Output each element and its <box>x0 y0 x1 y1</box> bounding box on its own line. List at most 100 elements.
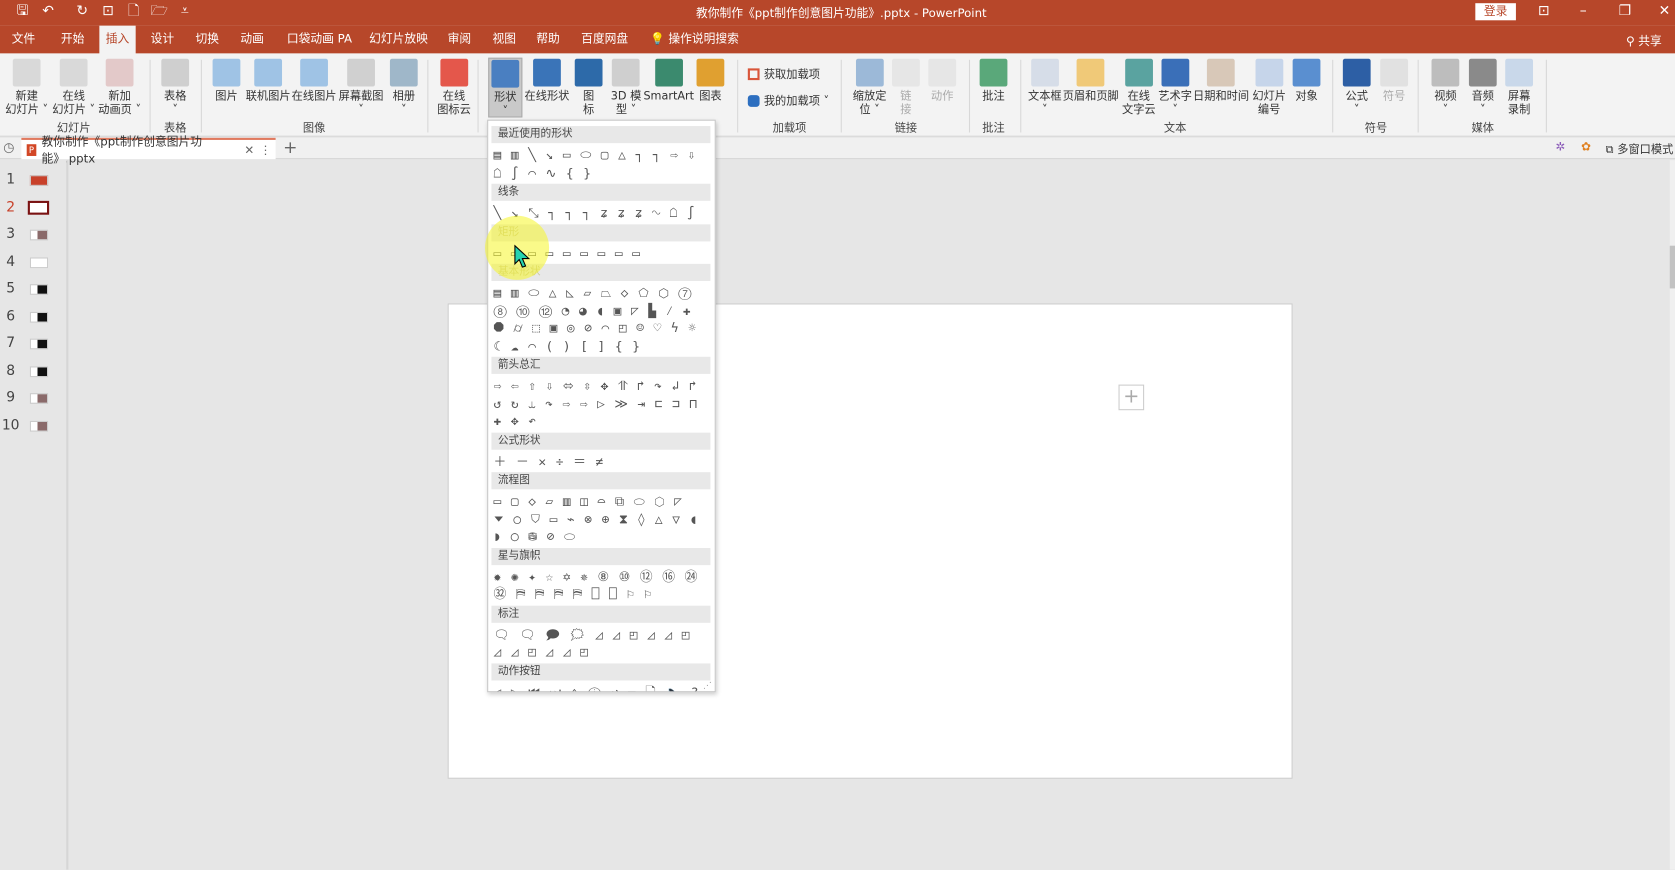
close-tab-icon[interactable]: ✕ <box>244 143 254 157</box>
tab-6[interactable]: 口袋动画 PA <box>280 26 358 54</box>
ribbon-label-13: 3D 模 型 ˅ <box>610 89 642 117</box>
ribbon-icon-16 <box>855 58 884 87</box>
login-button[interactable]: 登录 <box>1475 3 1516 21</box>
slide-thumbnail[interactable] <box>29 366 49 378</box>
ribbon-label-27: 公式 ˅ <box>1345 89 1368 117</box>
ribbon-icon-6 <box>300 58 328 87</box>
more-icon[interactable]: ⋮ <box>260 143 276 157</box>
shapes-dropdown: 最近使用的形状 ▤▥╲↘▭⬭▢△┐┐⇨⇩☖∫⌒∿{} 线条 ╲↘⤡┐┐┐ʑʑʑ∿☖∫ 矩… <box>487 119 716 693</box>
ribbon-button-10[interactable]: 形状 ˅ <box>488 57 523 118</box>
ribbon-button-19[interactable]: 批注 <box>977 58 1009 105</box>
ribbon-insert: 新建 幻灯片 ˅ 在线 幻灯片 ˅ 新加 动画页 ˅ 表格 ˅ 图片 联机图片 在线图片 屏幕… <box>0 53 1675 137</box>
slide-thumbnail[interactable] <box>29 311 49 323</box>
my-addins-button[interactable]: 我的加载项 ˅ <box>747 93 829 109</box>
ribbon-button-29[interactable]: 视频 ˅ <box>1429 58 1461 119</box>
ribbon-button-26[interactable]: 对象 <box>1291 58 1323 105</box>
slide-thumbnail[interactable] <box>29 420 49 432</box>
ribbon-button-25[interactable]: 幻灯片 编号 <box>1250 58 1288 119</box>
group-label-7: 符号 <box>1364 121 1388 135</box>
shape-grid[interactable]: 🗨🗨🗩🗯◿◿◰◿◿◰◿◿◰◿◿◰ <box>491 625 710 660</box>
tab-5[interactable]: 动画 <box>234 26 270 54</box>
ribbon-label-8: 相册 ˅ <box>392 89 416 117</box>
shape-grid[interactable]: ◁▷⏮⏭⌂ⓘ↩▭🗋🔈?□ <box>491 683 710 691</box>
ribbon-button-3[interactable]: 表格 ˅ <box>159 58 191 119</box>
ribbon-icon-24 <box>1207 58 1235 87</box>
ribbon-button-7[interactable]: 屏幕截图 ˅ <box>337 58 386 119</box>
ribbon-button-31[interactable]: 屏幕 录制 <box>1503 58 1535 119</box>
tab-1[interactable]: 开始 <box>54 26 90 54</box>
settings-icon[interactable]: ✿ <box>1581 140 1591 154</box>
ribbon-button-9[interactable]: 在线 图标云 <box>435 58 473 119</box>
slide-thumbnail[interactable] <box>29 229 49 241</box>
ribbon-button-28[interactable]: 符号 <box>1378 58 1410 105</box>
ribbon-button-14[interactable]: SmartArt <box>641 58 696 105</box>
ribbon-button-27[interactable]: 公式 ˅ <box>1341 58 1373 119</box>
ribbon-button-4[interactable]: 图片 <box>210 58 242 105</box>
multiwindow-button[interactable]: ⧉ 多窗口模式 <box>1606 141 1674 157</box>
ribbon-button-21[interactable]: 页眉和页脚 <box>1061 58 1121 105</box>
ribbon-button-24[interactable]: 日期和时间 <box>1191 58 1251 105</box>
tab-0[interactable]: 文件 <box>5 26 41 54</box>
tab-8[interactable]: 审阅 <box>441 26 477 54</box>
history-icon[interactable]: ◷ <box>3 140 14 155</box>
slide-thumbnail[interactable] <box>29 393 49 404</box>
slide-number: 5 <box>6 280 16 297</box>
ribbon-button-5[interactable]: 联机图片 <box>244 58 293 105</box>
shape-grid[interactable]: ▤▥╲↘▭⬭▢△┐┐⇨⇩☖∫⌒∿{} <box>491 146 710 181</box>
ribbon-button-2[interactable]: 新加 动画页 ˅ <box>96 58 143 119</box>
ribbon-button-17[interactable]: 链 接 <box>890 58 922 119</box>
ribbon-button-11[interactable]: 在线形状 <box>522 58 571 105</box>
ribbon-button-18[interactable]: 动作 <box>926 58 958 105</box>
share-button[interactable]: ⚲ 共享 <box>1626 32 1662 49</box>
ribbon-button-12[interactable]: 图 标 <box>573 58 605 119</box>
plugin-icon[interactable]: ✲ <box>1555 140 1565 154</box>
ribbon-button-15[interactable]: 图表 <box>694 58 726 105</box>
ribbon-label-21: 页眉和页脚 <box>1062 89 1119 103</box>
ribbon-button-20[interactable]: 文本框 ˅ <box>1026 58 1064 119</box>
slide-thumbnail[interactable] <box>29 175 49 186</box>
ribbon-button-0[interactable]: 新建 幻灯片 ˅ <box>3 58 50 119</box>
ribbon-button-6[interactable]: 在线图片 <box>290 58 339 105</box>
ribbon-button-23[interactable]: 艺术字 ˅ <box>1156 58 1194 119</box>
tab-11[interactable]: 百度网盘 <box>575 26 635 54</box>
shape-grid[interactable]: ✹✺✦☆✡✵⑧⑩⑫⑯㉔㉜⛿⛿⛿⛿⎕⎕⚐⚐ <box>491 568 710 603</box>
get-addins-button[interactable]: 获取加载项 <box>747 66 820 82</box>
ribbon-button-22[interactable]: 在线 文字云 <box>1120 58 1158 119</box>
slide-thumbnail[interactable] <box>29 338 49 350</box>
tab-4[interactable]: 切换 <box>189 26 225 54</box>
shape-grid[interactable]: ▤▥⬭△◺▱⏢◇⬠⬡⑦⑧⑩⑫◔◕◖▣◸▙⁄✚⯃⌭⬚▣◎⊘⌒◰☺♡ϟ☼☾☁⌒()[… <box>491 284 710 355</box>
ribbon-label-18: 动作 <box>931 89 954 103</box>
shape-grid[interactable]: ⇨⇦⇧⇩⬄⇳✥⥣↱↷↲↱↺↻⥿↷⇨⇨▷≫⇥⊏⊐⊓✚✥↶ <box>491 377 710 430</box>
shape-grid[interactable]: ▭▢◇▱▥◫⌓⧉⬭⬡◸⏷○⛉▭⌁⊗⊕⧗◊△▽◖◗◯⛁⊘⬭ <box>491 492 710 545</box>
ribbon-button-8[interactable]: 相册 ˅ <box>388 58 420 119</box>
close-icon[interactable]: ✕ <box>1656 3 1673 20</box>
tab-10[interactable]: 帮助 <box>530 26 566 54</box>
ribbon-button-30[interactable]: 音频 ˅ <box>1467 58 1499 119</box>
ribbon-button-1[interactable]: 在线 幻灯片 ˅ <box>50 58 97 119</box>
shape-grid[interactable]: ＋－✕÷＝≠ <box>491 452 710 470</box>
ribbon-display-icon[interactable]: ⊡ <box>1535 3 1552 20</box>
tab-7[interactable]: 幻灯片放映 <box>363 26 435 54</box>
tab-3[interactable]: 设计 <box>144 26 180 54</box>
ribbon-button-13[interactable]: 3D 模 型 ˅ <box>609 58 644 119</box>
resize-grip-icon[interactable]: ⋰ <box>703 681 712 691</box>
ribbon-label-30: 音频 ˅ <box>1471 89 1495 117</box>
restore-icon[interactable]: ❐ <box>1616 3 1633 20</box>
new-tab-button[interactable]: + <box>283 137 297 157</box>
minimize-icon[interactable]: – <box>1575 3 1592 20</box>
tab-12[interactable]: 💡 操作说明搜索 <box>644 26 746 54</box>
tab-9[interactable]: 视图 <box>486 26 522 54</box>
insert-placeholder-icon[interactable]: + <box>1118 384 1145 411</box>
document-tab[interactable]: P 教你制作《ppt制作创意图片功能》.pptx ✕ ⋮ <box>21 135 276 166</box>
slide-thumbnail[interactable] <box>29 284 49 295</box>
ribbon-label-29: 视频 ˅ <box>1434 89 1457 117</box>
slide-number: 4 <box>6 254 16 271</box>
section-header: 线条 <box>491 183 711 201</box>
shape-grid[interactable]: ╲↘⤡┐┐┐ʑʑʑ∿☖∫ <box>491 204 710 222</box>
slide-thumbnail[interactable] <box>27 200 50 215</box>
group-separator <box>737 59 739 133</box>
vertical-scrollbar[interactable] <box>1669 160 1675 870</box>
tab-2[interactable]: 插入 <box>99 25 136 55</box>
ribbon-button-16[interactable]: 缩放定 位 ˅ <box>851 58 889 119</box>
slide-thumbnail[interactable] <box>29 257 49 269</box>
